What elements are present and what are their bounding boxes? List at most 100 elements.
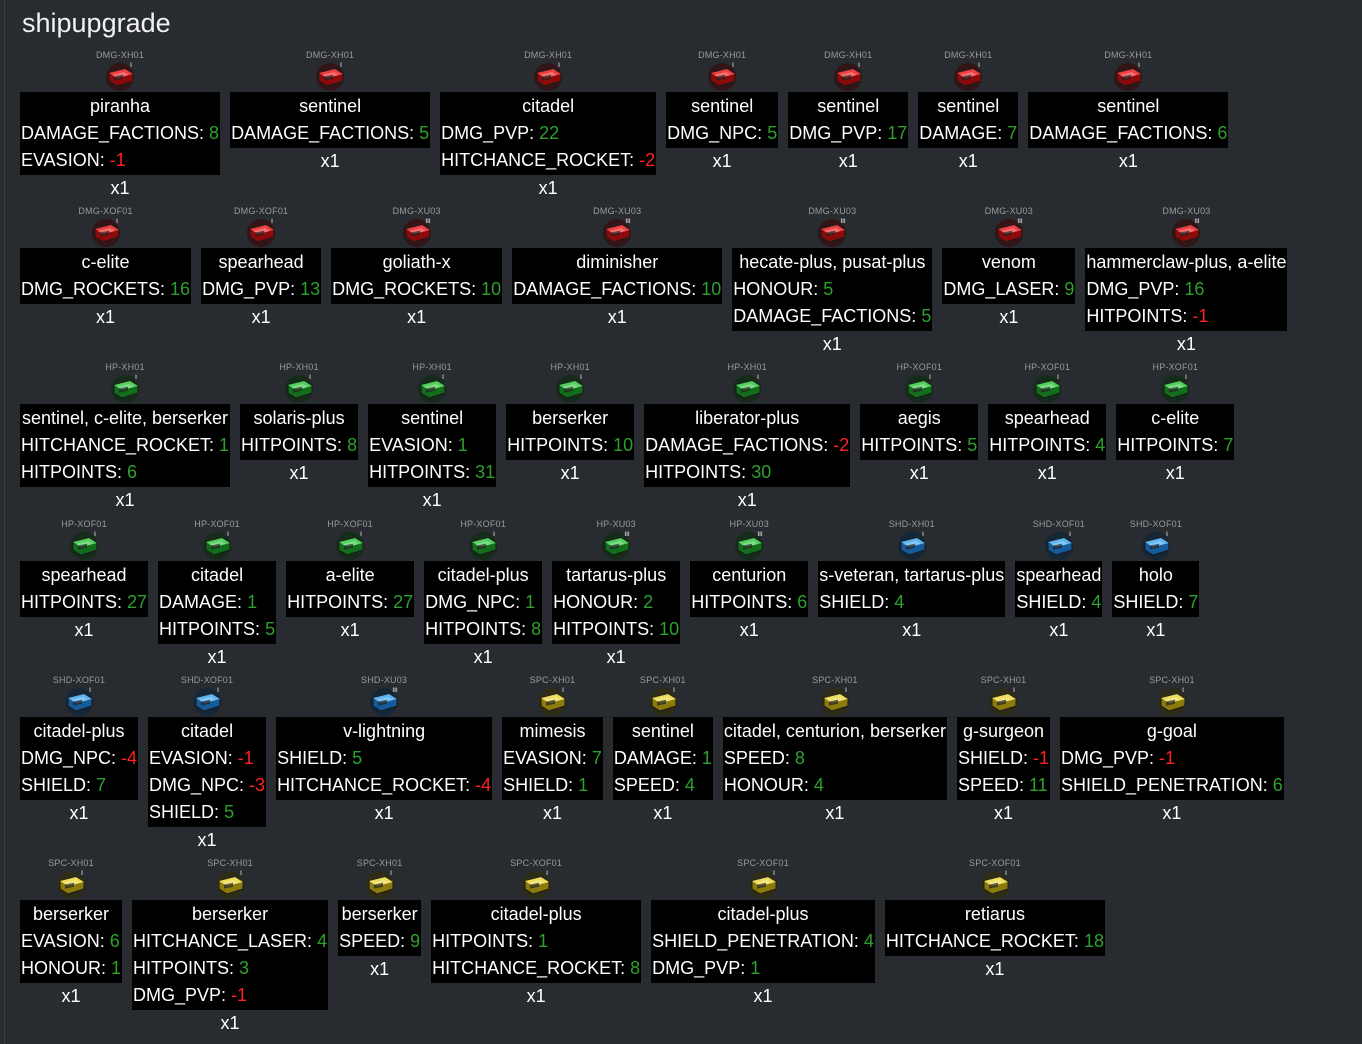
upgrade-info-box: citadel-plus DMG_NPC: 1 HITPOINTS: 8 (424, 561, 543, 644)
upgrade-code: DMG-XU03 (392, 206, 441, 216)
svg-text:I: I (1182, 687, 1184, 694)
upgrade-quantity: x1 (526, 986, 546, 1006)
upgrade-stat: HITCHANCE_ROCKET: 18 (886, 928, 1104, 955)
svg-text:I: I (1138, 62, 1140, 69)
stat-key: HITCHANCE_ROCKET: (277, 775, 476, 795)
upgrade-code: DMG-XH01 (944, 50, 993, 60)
upgrade-info-box: tartarus-plus HONOUR: 2 HITPOINTS: 10 (552, 561, 681, 644)
upgrade-info-box: sentinel EVASION: 1 HITPOINTS: 31 (368, 404, 497, 487)
upgrade-code: SPC-XH01 (1149, 675, 1195, 685)
upgrade-item: SPC-XOF01 Icitadel-plus SHIELD_PENETRATION… (651, 858, 875, 1010)
upgrade-stat: HONOUR: 4 (724, 772, 946, 799)
upgrade-quantity: x1 (712, 151, 732, 171)
svg-text:III: III (425, 218, 431, 225)
stat-key: DMG_PVP: (789, 123, 888, 143)
stat-key: HITPOINTS: (1086, 306, 1193, 326)
green-upgrade-chip-icon: I (730, 373, 764, 404)
upgrade-item: DMG-XU03 III goliath-x DMG_ROCKETS: 10 x1 (331, 206, 503, 331)
upgrade-info-box: citadel EVASION: -1 DMG_NPC: -3 SHIELD: 5 (148, 717, 267, 827)
upgrade-code: SPC-XH01 (356, 858, 403, 868)
upgrade-code: SPC-XH01 (529, 675, 576, 685)
yellow-upgrade-chip-icon: I (978, 869, 1012, 900)
upgrade-stat: HITPOINTS: 6 (21, 459, 229, 486)
stat-key: HITPOINTS: (691, 592, 798, 612)
upgrade-item: HP-XH01 Isolaris-plus HITPOINTS: 8 x1 (240, 362, 359, 487)
stat-value: 1 (219, 435, 230, 455)
upgrade-item: HP-XH01 Iliberator-plus DAMAGE_FACTIONS: -… (644, 362, 851, 514)
svg-text:I: I (227, 531, 229, 538)
upgrade-quantity: x1 (607, 307, 627, 327)
upgrade-stat: SPEED: 11 (958, 772, 1049, 799)
stat-key: DMG_PVP: (133, 985, 232, 1005)
upgrade-item: DMG-XOF01 Ispearhead DMG_PVP: 13 x1 (201, 206, 322, 331)
stat-value: 1 (111, 958, 122, 978)
upgrade-quantity: x1 (1118, 151, 1138, 171)
upgrade-item: HP-XOF01 Icitadel-plus DMG_NPC: 1 HITPOINTS… (424, 519, 543, 671)
upgrade-quantity: x1 (340, 620, 360, 640)
stat-key: HITPOINTS: (1117, 435, 1224, 455)
stat-value: 8 (630, 958, 641, 978)
upgrade-info-box: g-surgeon SHIELD: -1 SPEED: 11 (956, 717, 1051, 800)
stat-value: 2 (643, 592, 654, 612)
upgrade-code: SPC-XH01 (640, 675, 686, 685)
stat-value: 6 (797, 592, 808, 612)
upgrade-info-box: citadel-plus SHIELD_PENETRATION: 4 DMG_PVP… (651, 900, 875, 983)
upgrade-code: DMG-XH01 (524, 50, 573, 60)
yellow-upgrade-chip-icon: I (213, 869, 247, 900)
stat-value: 1 (457, 435, 468, 455)
upgrade-stat: DMG_NPC: -4 (21, 745, 137, 772)
stat-value: 27 (393, 592, 414, 612)
upgrade-code: DMG-XU03 (1162, 206, 1211, 216)
upgrade-ship-names: citadel-plus (717, 904, 809, 924)
upgrade-ship-names: sentinel (1097, 96, 1160, 116)
stat-key: HITPOINTS: (432, 931, 539, 951)
upgrade-stat: HONOUR: 2 (553, 589, 679, 616)
upgrade-ship-names: sentinel (817, 96, 880, 116)
stat-key: HITPOINTS: (369, 462, 476, 482)
upgrade-item: SHD-XOF01 Iholo SHIELD: 7 x1 (1112, 519, 1200, 644)
stat-value: 10 (613, 435, 634, 455)
upgrade-stat: HITPOINTS: 31 (369, 459, 495, 486)
upgrade-info-box: retiarus HITCHANCE_ROCKET: 18 (884, 900, 1105, 956)
upgrade-quantity: x1 (999, 307, 1019, 327)
blue-upgrade-chip-icon: III (367, 686, 401, 717)
upgrade-code: SPC-XH01 (48, 858, 94, 868)
upgrade-ship-names: aegis (897, 408, 941, 428)
upgrade-info-box: diminisher DAMAGE_FACTIONS: 10 (512, 248, 723, 304)
upgrade-ship-names: tartarus-plus (566, 565, 667, 585)
stat-key: SHIELD: (503, 775, 579, 795)
upgrade-info-box: sentinel DAMAGE_FACTIONS: 6 (1028, 92, 1229, 148)
upgrade-ship-names: diminisher (576, 252, 659, 272)
stat-value: 6 (1272, 775, 1283, 795)
upgrade-row: SPC-XH01 Iberserker EVASION: 6 HONOUR: 1 x1 S… (20, 858, 1105, 1037)
stat-value: 7 (96, 775, 107, 795)
upgrade-code: DMG-XH01 (824, 50, 873, 60)
upgrade-quantity: x1 (1037, 463, 1057, 483)
stat-key: DMG_ROCKETS: (21, 279, 171, 299)
stat-value: 1 (538, 931, 549, 951)
upgrade-info-box: berserker SPEED: 9 (338, 900, 422, 956)
upgrade-ship-names: spearhead (41, 565, 127, 585)
red-upgrade-chip-icon: I (103, 61, 137, 92)
upgrade-item: DMG-XH01 Icitadel DMG_PVP: 22 HITCHANCE_ROC… (440, 50, 657, 202)
green-upgrade-chip-icon: I (415, 373, 449, 404)
upgrade-ship-names: hecate-plus, pusat-plus (739, 252, 926, 272)
upgrade-stat: HONOUR: 1 (21, 955, 121, 982)
upgrade-info-box: spearhead HITPOINTS: 4 (988, 404, 1107, 460)
stat-key: DMG_NPC: (21, 748, 122, 768)
upgrade-code: DMG-XOF01 (233, 206, 289, 216)
svg-text:I: I (217, 687, 219, 694)
upgrade-item: DMG-XH01 Ipiranha DAMAGE_FACTIONS: 8 EVASIO… (20, 50, 221, 202)
upgrade-item: SHD-XH01 Is-veteran, tartarus-plus SHIELD:… (818, 519, 1006, 644)
upgrade-quantity: x1 (1162, 803, 1182, 823)
upgrade-item: SHD-XU03 III v-lightning SHIELD: 5 HITCHANCE… (276, 675, 493, 827)
upgrade-code: HP-XOF01 (194, 519, 240, 529)
upgrade-item: HP-XOF01 Ispearhead HITPOINTS: 27 x1 (20, 519, 149, 644)
upgrade-code: SHD-XOF01 (1129, 519, 1183, 529)
upgrade-stat: DAMAGE_FACTIONS: 10 (513, 276, 721, 303)
upgrade-quantity: x1 (69, 803, 89, 823)
upgrade-code: SPC-XOF01 (510, 858, 563, 868)
upgrade-quantity: x1 (1176, 334, 1196, 354)
upgrade-item: DMG-XH01 Isentinel DMG_PVP: 17 x1 (788, 50, 909, 175)
upgrade-row: HP-XH01 Isentinel, c-elite, berserker HITC… (20, 362, 1235, 514)
